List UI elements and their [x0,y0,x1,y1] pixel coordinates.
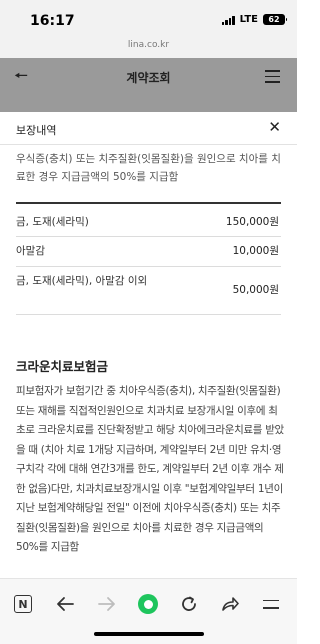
row-value: 50,000원 [232,284,279,296]
signal-icon [221,15,235,25]
table-row: 아말감 10,000원 [16,240,281,264]
section-body: 피보험자가 보험기간 중 치아우식증(충치), 치주질환(잇몸질환) 또는 재해… [16,385,284,553]
divider [0,144,297,145]
close-icon[interactable]: ✕ [268,120,281,135]
status-time: 16:17 [30,13,75,29]
row-label: 금, 도재(세라믹), 아말감 이외 [16,275,148,287]
url-bar[interactable]: lina.co.kr [0,40,297,58]
status-bar: 16:17 LTE 62 [0,0,297,40]
hamburger-icon[interactable] [265,70,280,83]
table-row: 금, 도재(세라믹), 아말감 이외 50,000원 [16,270,281,310]
section-title: 크라운치료보험금 [16,359,109,374]
battery-icon: 62 [263,14,287,25]
naver-home-icon[interactable]: N [10,591,36,617]
network-type: LTE [239,14,258,25]
row-value: 150,000원 [225,216,279,228]
home-indicator [94,632,204,636]
row-divider [16,266,281,267]
menu-icon[interactable] [258,591,284,617]
row-label: 금, 도재(세라믹) [16,216,89,228]
back-icon[interactable] [52,591,78,617]
status-indicators: LTE 62 [221,14,287,25]
coverage-summary: 우식증(충치) 또는 치주질환(잇몸질환)을 원인으로 치아를 치료한 경우 지… [16,153,281,183]
app-header: 🠔 계약조회 [0,58,297,96]
share-icon[interactable] [217,591,243,617]
refresh-icon[interactable] [176,591,202,617]
green-dot-icon[interactable] [135,591,161,617]
forward-icon[interactable] [94,591,120,617]
row-divider [16,314,281,315]
row-label: 아말감 [16,245,45,257]
row-value: 10,000원 [232,245,279,257]
table-row: 금, 도재(세라믹) 150,000원 [16,210,281,234]
battery-level: 62 [268,15,280,24]
coverage-modal: 보장내역 ✕ 우식증(충치) 또는 치주질환(잇몸질환)을 원인으로 치아를 치… [0,112,297,578]
arrow-left-icon[interactable]: 🠔 [14,65,28,92]
page-title: 계약조회 [126,70,171,85]
url-text: lina.co.kr [127,40,170,50]
table-top-border [16,202,281,204]
row-divider [16,236,281,237]
modal-title: 보장내역 [16,124,57,137]
